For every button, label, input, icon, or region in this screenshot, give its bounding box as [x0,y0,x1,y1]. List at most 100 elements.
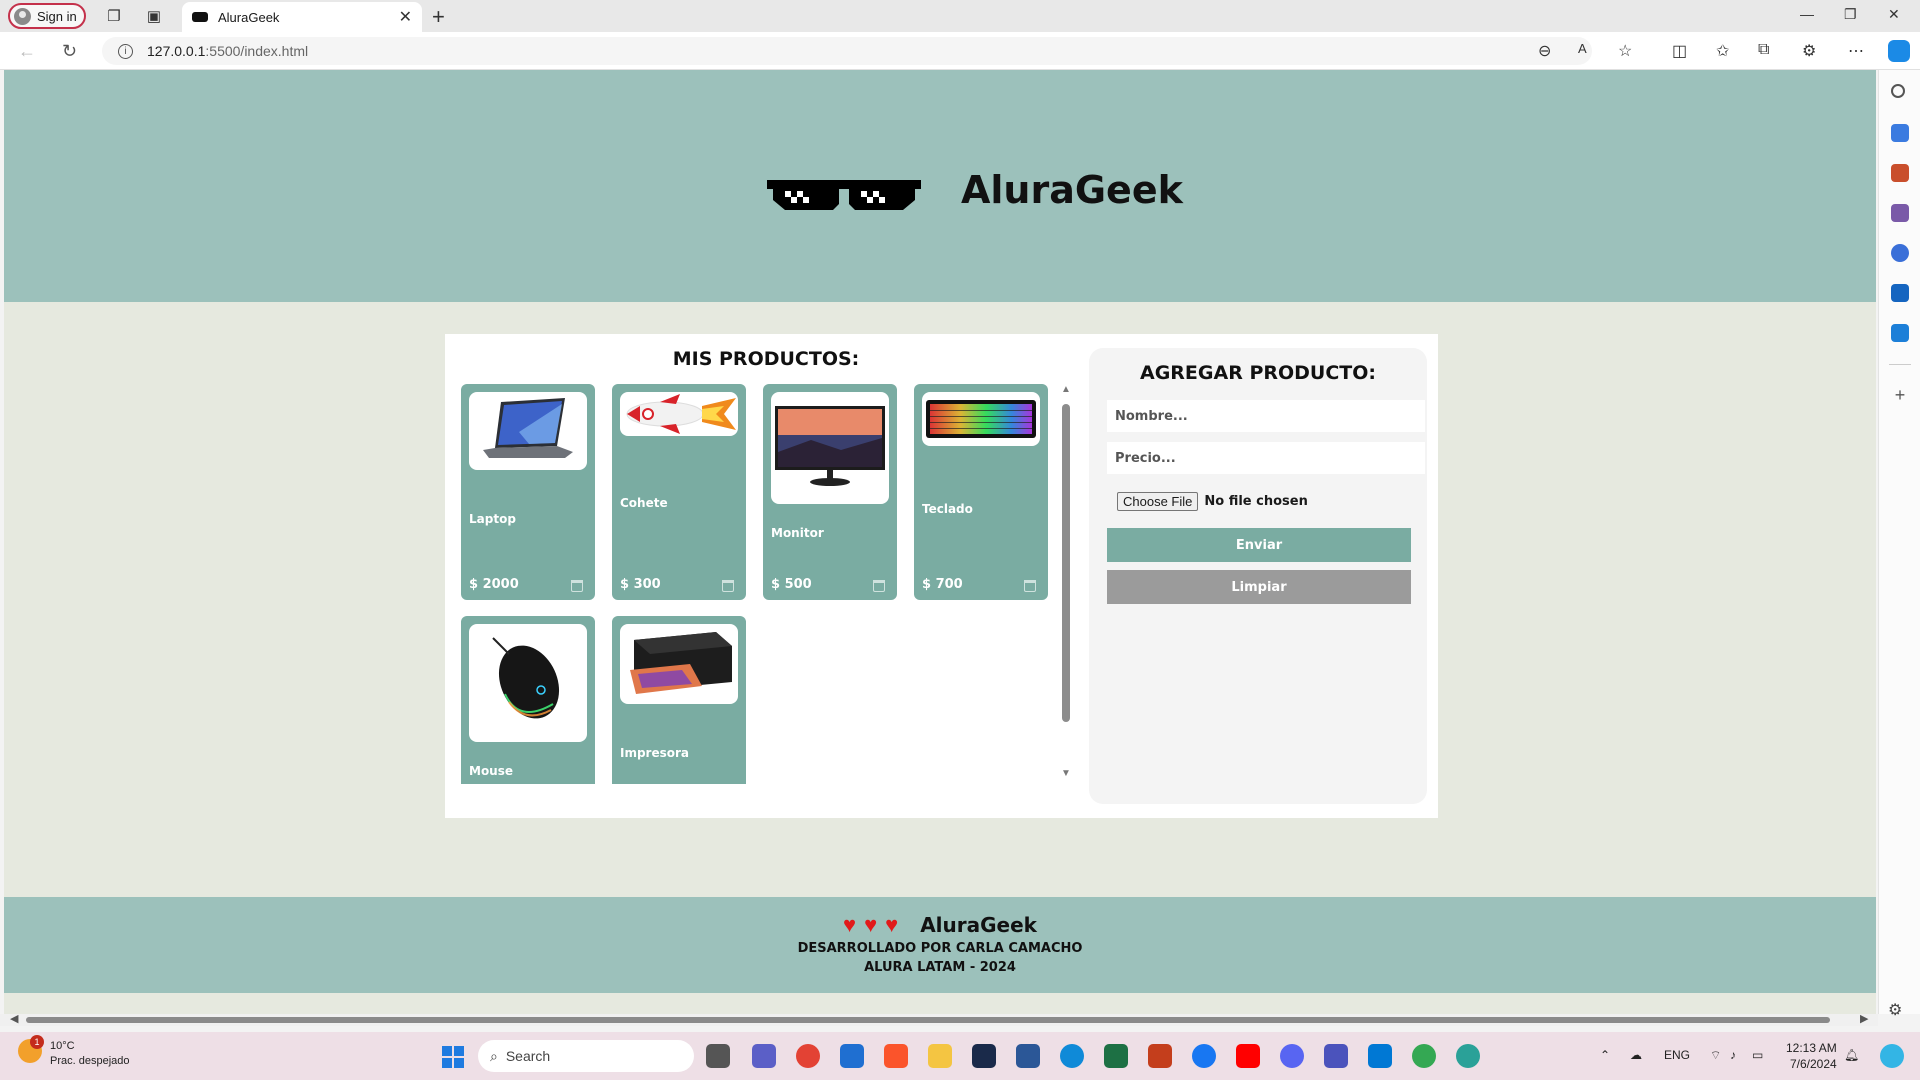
file-explorer-icon[interactable] [928,1044,952,1068]
windows-taskbar: 1 10°C Prac. despejado ⌕ Search ⌃ ☁ ENG … [0,1032,1920,1080]
store-icon[interactable] [972,1044,996,1068]
zoom-icon[interactable]: ⊖ [1538,41,1551,61]
url-field[interactable]: i 127.0.0.1 :5500/index.html [102,37,1592,65]
scroll-right-icon[interactable]: ▶ [1860,1012,1868,1025]
tab-aluregeek[interactable]: AluraGeek ✕ [182,2,422,32]
product-name: Monitor [771,526,824,540]
extensions-icon[interactable]: ⚙ [1802,41,1816,61]
form-title: AGREGAR PRODUCTO: [1139,362,1376,384]
tray-overflow-icon[interactable]: ⌃ [1600,1048,1610,1062]
read-aloud-icon[interactable]: A [1578,41,1587,56]
scroll-thumb[interactable] [1062,404,1070,722]
copilot-icon[interactable] [1888,40,1910,62]
tab-favicon-icon [192,12,208,22]
close-window-icon[interactable]: ✕ [1888,6,1900,23]
edge-icon[interactable] [1060,1044,1084,1068]
outlook-icon[interactable] [1891,284,1909,302]
scroll-up-icon[interactable]: ▲ [1061,384,1071,395]
product-price: $ 300 [620,577,661,592]
more-menu-icon[interactable]: ⋯ [1848,41,1864,61]
footer-credits: DESARROLLADO POR CARLA CAMACHO [797,941,1083,956]
facebook-icon[interactable] [1192,1044,1216,1068]
minimize-icon[interactable]: — [1800,6,1814,22]
battery-icon[interactable]: ▭ [1752,1048,1763,1062]
product-image-monitor [771,392,889,504]
teams-icon[interactable] [752,1044,776,1068]
system-clock[interactable]: 12:13 AM 7/6/2024 [1786,1040,1837,1072]
name-input[interactable] [1107,400,1425,432]
new-tab-button[interactable]: + [432,4,445,30]
restore-icon[interactable]: ❐ [1844,6,1857,23]
products-title: MIS PRODUCTOS: [672,348,860,370]
notifications-icon[interactable]: 🔔︎ [1844,1048,1859,1062]
vscode-icon[interactable] [1368,1044,1392,1068]
footer-year: ALURA LATAM - 2024 [864,960,1016,975]
youtube-icon[interactable] [1236,1044,1260,1068]
signin-label: Sign in [37,8,77,24]
products-grid[interactable]: Laptop $ 2000 Cohete $ 300 Monitor $ 500… [461,384,1061,784]
clear-button[interactable]: Limpiar [1107,570,1411,604]
defender-icon[interactable] [840,1044,864,1068]
chrome-icon[interactable] [796,1044,820,1068]
trash-icon[interactable] [1024,580,1036,592]
split-screen-icon[interactable]: ◫ [1672,41,1687,61]
weather-widget[interactable]: 1 10°C Prac. despejado [18,1035,130,1069]
price-input[interactable] [1107,442,1425,474]
powerpoint-icon[interactable] [1148,1044,1172,1068]
sidebar-settings-icon[interactable]: ⚙ [1888,1000,1902,1020]
task-view-icon[interactable] [706,1044,730,1068]
chrome-profile-2-icon[interactable] [1456,1044,1480,1068]
products-scrollbar[interactable]: ▲ ▼ [1058,384,1074,779]
excel-icon[interactable] [1104,1044,1128,1068]
trash-icon[interactable] [722,580,734,592]
favorites-icon[interactable]: ✩ [1716,41,1729,61]
site-info-icon[interactable]: i [118,43,133,59]
page-viewport: AluraGeek MIS PRODUCTOS: Laptop $ 2000 C… [4,70,1876,1014]
copilot-taskbar-icon[interactable] [1880,1044,1904,1068]
scroll-down-icon[interactable]: ▼ [1061,768,1071,779]
file-status: No file chosen [1204,494,1308,509]
send-button[interactable]: Enviar [1107,528,1411,562]
weather-temp: 10°C [50,1040,75,1052]
back-icon[interactable]: ← [18,41,36,62]
taskbar-search[interactable]: ⌕ Search [478,1040,694,1072]
volume-icon[interactable]: ♪ [1730,1048,1736,1062]
games-icon[interactable] [1891,204,1909,222]
product-name: Mouse [469,764,514,778]
choose-file-button[interactable]: Choose File [1117,492,1199,511]
add-sidebar-icon[interactable]: + [1891,386,1909,404]
favorite-star-icon[interactable]: ☆ [1618,41,1632,61]
scroll-left-icon[interactable]: ◀ [10,1012,18,1025]
brave-icon[interactable] [884,1044,908,1068]
refresh-icon[interactable]: ↻ [62,41,77,62]
close-tab-icon[interactable]: ✕ [399,7,412,27]
shopping-icon[interactable] [1891,124,1909,142]
product-image-laptop [469,392,587,470]
search-icon[interactable] [1891,84,1905,98]
product-price: $ 500 [771,577,812,592]
chrome-profile-icon[interactable] [1412,1044,1436,1068]
product-image-mouse [469,624,587,742]
workspaces-icon[interactable]: ❐ [104,6,124,26]
tab-actions-icon[interactable]: ▣ [144,6,164,26]
language-indicator[interactable]: ENG [1664,1048,1690,1062]
telegram-icon[interactable] [1891,324,1909,342]
teams-new-icon[interactable] [1324,1044,1348,1068]
sidebar-divider [1889,364,1911,365]
trash-icon[interactable] [571,580,583,592]
wifi-icon[interactable]: ⌔ [1710,1048,1721,1063]
microsoft365-icon[interactable] [1891,244,1909,262]
signin-button[interactable]: Sign in [8,3,86,29]
discord-icon[interactable] [1280,1044,1304,1068]
word-icon[interactable] [1016,1044,1040,1068]
search-icon: ⌕ [490,1047,498,1064]
onedrive-icon[interactable]: ☁ [1630,1048,1642,1062]
horizontal-scroll-thumb[interactable] [26,1017,1830,1023]
windows-start-icon[interactable] [442,1046,464,1068]
site-header: AluraGeek [4,70,1876,302]
horizontal-scrollbar[interactable]: ◀ ▶ [0,1012,1878,1026]
collections-icon[interactable]: ⧉ [1758,41,1769,59]
tools-icon[interactable] [1891,164,1909,182]
trash-icon[interactable] [873,580,885,592]
file-input: Choose File No file chosen [1117,492,1308,511]
